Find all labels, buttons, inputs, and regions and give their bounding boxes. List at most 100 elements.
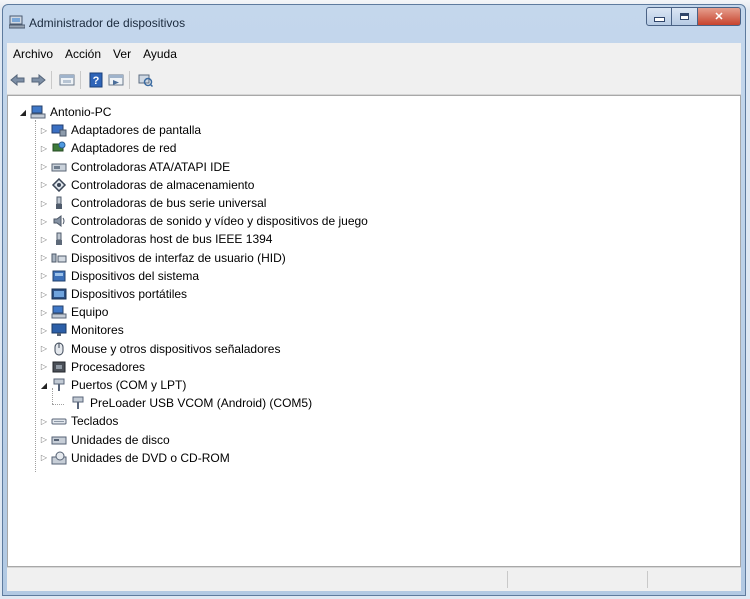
properties-button[interactable] bbox=[58, 71, 76, 89]
expand-arrow-icon[interactable]: ▷ bbox=[39, 216, 49, 226]
monitor-icon bbox=[51, 323, 67, 337]
expand-arrow-icon[interactable]: ▷ bbox=[39, 180, 49, 190]
sound-icon bbox=[53, 215, 65, 228]
tree-category-item[interactable]: ▷ Procesadores bbox=[39, 358, 145, 376]
toolbar: ? bbox=[7, 65, 741, 95]
storage-controller-icon bbox=[51, 177, 67, 192]
system-device-icon bbox=[52, 270, 66, 282]
expand-arrow-icon[interactable]: ▷ bbox=[39, 435, 49, 445]
tree-device-item[interactable]: PreLoader USB VCOM (Android) (COM5) bbox=[58, 394, 312, 412]
status-bar bbox=[7, 567, 741, 591]
usb-controller-icon bbox=[56, 196, 62, 209]
tree-item-label: Procesadores bbox=[71, 359, 146, 374]
expand-arrow-icon[interactable]: ▷ bbox=[39, 198, 49, 208]
tree-category-item[interactable]: ▷ Unidades de disco bbox=[39, 431, 170, 449]
tree-item-label: Teclados bbox=[71, 414, 119, 429]
tree-category-item[interactable]: ▷ Teclados bbox=[39, 412, 118, 430]
title-bar[interactable]: Administrador de dispositivos ✕ bbox=[3, 5, 745, 38]
expand-arrow-icon[interactable]: ▷ bbox=[39, 143, 49, 153]
scan-hardware-icon bbox=[138, 74, 153, 87]
expand-arrow-icon[interactable]: ▷ bbox=[39, 307, 49, 317]
port-icon bbox=[53, 378, 65, 391]
tree-connector-line bbox=[35, 120, 36, 472]
disk-drive-icon bbox=[51, 436, 67, 445]
update-driver-button[interactable] bbox=[107, 71, 125, 89]
tree-item-label: Equipo bbox=[71, 305, 109, 320]
tree-category-item[interactable]: ▷ Adaptadores de red bbox=[39, 139, 177, 157]
tree-category-item[interactable]: ▷ Controladoras de almacenamiento bbox=[39, 176, 254, 194]
tree-item-label: Controladoras de bus serie universal bbox=[71, 196, 267, 210]
mouse-icon bbox=[54, 342, 64, 356]
tree-category-item[interactable]: ▷ Mouse y otros dispositivos señaladores bbox=[39, 340, 281, 358]
network-adapter-icon bbox=[52, 141, 66, 152]
tree-item-label: Unidades de disco bbox=[71, 432, 170, 447]
update-driver-icon bbox=[108, 74, 124, 85]
expand-arrow-icon[interactable]: ▷ bbox=[39, 125, 49, 135]
scan-hardware-button[interactable] bbox=[136, 71, 154, 89]
menu-bar: Archivo Acción Ver Ayuda bbox=[7, 43, 741, 65]
expand-arrow-icon[interactable]: ▷ bbox=[39, 289, 49, 299]
tree-category-item[interactable]: ▷ Dispositivos portátiles bbox=[39, 285, 187, 303]
collapse-arrow-icon[interactable]: ◢ bbox=[39, 380, 49, 390]
expand-arrow-icon[interactable]: ▷ bbox=[39, 325, 49, 335]
computer-icon bbox=[30, 105, 46, 119]
computer-icon bbox=[51, 305, 67, 319]
tree-category-item[interactable]: ▷ Adaptadores de pantalla bbox=[39, 121, 201, 139]
tree-category-item[interactable]: ▷ Dispositivos del sistema bbox=[39, 267, 199, 285]
expand-arrow-icon[interactable]: ▷ bbox=[39, 253, 49, 263]
expand-arrow-icon[interactable]: ▷ bbox=[39, 271, 49, 281]
tree-root-computer[interactable]: ◢ Antonio-PC bbox=[18, 103, 111, 121]
tree-category-item[interactable]: ▷ Monitores bbox=[39, 321, 124, 339]
help-button[interactable]: ? bbox=[87, 71, 105, 89]
tree-item-label: Adaptadores de red bbox=[71, 141, 177, 156]
back-button[interactable] bbox=[9, 71, 27, 89]
status-divider bbox=[507, 571, 508, 588]
portable-device-icon bbox=[51, 288, 67, 300]
expand-arrow-icon[interactable]: ▷ bbox=[39, 234, 49, 244]
maximize-icon bbox=[680, 13, 689, 20]
menu-accion[interactable]: Acción bbox=[59, 47, 107, 61]
tree-category-item[interactable]: ◢ Puertos (COM y LPT) bbox=[39, 376, 186, 394]
port-icon bbox=[72, 396, 84, 410]
properties-icon bbox=[59, 74, 75, 85]
expand-arrow-icon[interactable]: ▷ bbox=[39, 162, 49, 172]
menu-ver[interactable]: Ver bbox=[107, 47, 137, 61]
tree-category-item[interactable]: ▷ Controladoras de sonido y vídeo y dispo… bbox=[39, 212, 368, 230]
minimize-icon bbox=[653, 17, 665, 22]
tree-category-item[interactable]: ▷ Unidades de DVD o CD-ROM bbox=[39, 449, 230, 467]
tree-category-item[interactable]: ▷ Equipo bbox=[39, 303, 108, 321]
tree-category-item[interactable]: ▷ Dispositivos de interfaz de usuario (HI… bbox=[39, 249, 286, 267]
display-adapter-icon bbox=[51, 124, 67, 137]
collapse-arrow-icon[interactable]: ◢ bbox=[18, 107, 28, 117]
window-title: Administrador de dispositivos bbox=[29, 16, 186, 30]
close-button[interactable]: ✕ bbox=[698, 7, 741, 26]
back-icon bbox=[10, 73, 25, 86]
forward-icon bbox=[31, 73, 46, 86]
tree-item-label: Mouse y otros dispositivos señaladores bbox=[71, 341, 281, 356]
toolbar-separator bbox=[129, 70, 130, 89]
help-icon: ? bbox=[89, 72, 103, 87]
tree-item-label: Controladoras host de bus IEEE 1394 bbox=[71, 232, 273, 247]
menu-ayuda[interactable]: Ayuda bbox=[137, 47, 183, 61]
forward-button[interactable] bbox=[29, 71, 47, 89]
maximize-button[interactable] bbox=[672, 7, 698, 26]
processor-icon bbox=[52, 361, 66, 373]
expand-arrow-icon[interactable]: ▷ bbox=[39, 416, 49, 426]
tree-item-label: Dispositivos de interfaz de usuario (HID… bbox=[71, 250, 286, 265]
tree-category-item[interactable]: ▷ Controladoras host de bus IEEE 1394 bbox=[39, 230, 273, 248]
status-divider bbox=[647, 571, 648, 588]
tree-category-item[interactable]: ▷ Controladoras ATA/ATAPI IDE bbox=[39, 158, 230, 176]
firewire-icon bbox=[56, 232, 62, 246]
tree-item-label: Adaptadores de pantalla bbox=[71, 123, 202, 138]
dvd-drive-icon bbox=[51, 451, 67, 465]
menu-archivo[interactable]: Archivo bbox=[7, 47, 59, 61]
expand-arrow-icon[interactable]: ▷ bbox=[39, 362, 49, 372]
tree-item-label: Monitores bbox=[71, 323, 124, 338]
minimize-button[interactable] bbox=[646, 7, 672, 26]
expand-arrow-icon[interactable]: ▷ bbox=[39, 344, 49, 354]
expand-arrow-icon[interactable]: ▷ bbox=[39, 453, 49, 463]
tree-category-item[interactable]: ▷ Controladoras de bus serie universal bbox=[39, 194, 267, 212]
tree-item-label: Controladoras de sonido y vídeo y dispos… bbox=[71, 214, 368, 229]
device-tree-panel[interactable]: ◢ Antonio-PC ▷ Adaptadores de pantalla ▷ Adap… bbox=[7, 95, 741, 567]
tree-item-label: PreLoader USB VCOM (Android) (COM5) bbox=[90, 396, 313, 411]
